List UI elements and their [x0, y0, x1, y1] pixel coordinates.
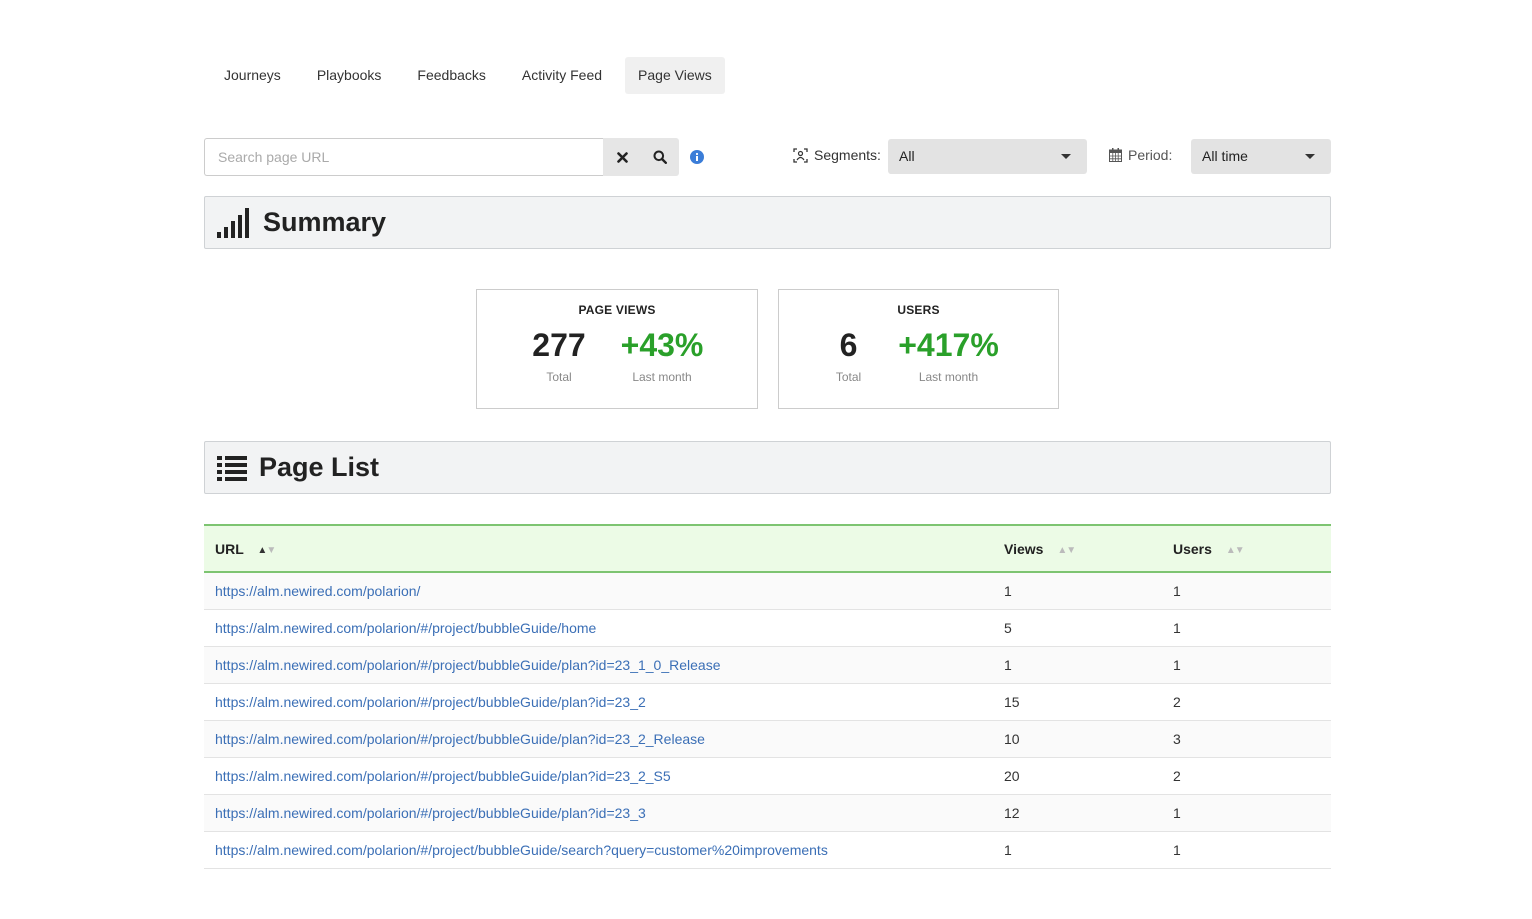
page-views-total: 277	[532, 327, 586, 363]
views-cell: 12	[1004, 794, 1173, 832]
sort-icon: ▲▼	[257, 544, 276, 556]
views-cell: 5	[1004, 609, 1173, 647]
views-header-label: Views	[1004, 540, 1044, 557]
last-month-label: Last month	[918, 370, 979, 384]
table-row: https://alm.newired.com/polarion/#/proje…	[204, 609, 1331, 647]
users-cell: 1	[1173, 794, 1331, 832]
page-url-link[interactable]: https://alm.newired.com/polarion/#/proje…	[215, 620, 596, 636]
views-cell: 10	[1004, 720, 1173, 758]
users-header-label: Users	[1173, 540, 1212, 557]
clear-search-button[interactable]	[603, 138, 641, 176]
views-column-header[interactable]: Views ▲▼	[1004, 525, 1173, 572]
users-cell: 1	[1173, 609, 1331, 647]
card-title: PAGE VIEWS	[578, 303, 656, 317]
summary-title: Summary	[263, 207, 387, 237]
views-cell: 1	[1004, 646, 1173, 684]
table-header-row: URL ▲▼ Views ▲▼ Users ▲▼	[204, 525, 1331, 572]
page-url-link[interactable]: https://alm.newired.com/polarion/#/proje…	[215, 657, 721, 673]
summary-header: Summary	[204, 196, 1331, 249]
users-cell: 1	[1173, 646, 1331, 684]
table-row: https://alm.newired.com/polarion/#/proje…	[204, 720, 1331, 758]
segments-label: Segments:	[793, 147, 881, 163]
card-title: USERS	[897, 303, 940, 317]
chevron-down-icon	[1061, 154, 1071, 159]
url-column-header[interactable]: URL ▲▼	[204, 525, 1004, 572]
period-value: All time	[1202, 148, 1248, 164]
total-label: Total	[835, 370, 862, 384]
users-cell: 2	[1173, 683, 1331, 721]
page-url-link[interactable]: https://alm.newired.com/polarion/	[215, 583, 420, 599]
tab-activity-feed[interactable]: Activity Feed	[509, 57, 615, 94]
tab-feedbacks[interactable]: Feedbacks	[404, 57, 498, 94]
search-bar	[204, 138, 679, 176]
users-card: USERS 6 Total +417% Last month	[778, 289, 1059, 409]
users-column-header[interactable]: Users ▲▼	[1173, 525, 1331, 572]
page-url-link[interactable]: https://alm.newired.com/polarion/#/proje…	[215, 805, 646, 821]
sort-icon: ▲▼	[1225, 544, 1245, 556]
table-row: https://alm.newired.com/polarion/#/proje…	[204, 646, 1331, 684]
page-list-header: Page List	[204, 441, 1331, 494]
segments-label-text: Segments:	[814, 147, 881, 163]
page-url-link[interactable]: https://alm.newired.com/polarion/#/proje…	[215, 694, 646, 710]
list-icon	[217, 455, 247, 481]
url-header-label: URL	[215, 540, 244, 557]
period-select[interactable]: All time	[1191, 139, 1331, 174]
calendar-icon	[1109, 148, 1122, 162]
segments-select[interactable]: All	[888, 139, 1087, 174]
users-cell: 1	[1173, 831, 1331, 869]
search-icon	[653, 150, 667, 164]
users-cell: 3	[1173, 720, 1331, 758]
period-label-text: Period:	[1128, 147, 1173, 163]
page-url-link[interactable]: https://alm.newired.com/polarion/#/proje…	[215, 768, 671, 784]
sort-icon: ▲▼	[1057, 544, 1076, 556]
views-cell: 15	[1004, 683, 1173, 721]
close-icon	[616, 151, 628, 163]
segments-icon	[793, 147, 808, 163]
total-label: Total	[546, 370, 572, 384]
users-cell: 1	[1173, 572, 1331, 610]
page-list-table: URL ▲▼ Views ▲▼ Users ▲▼ https://alm.new…	[204, 524, 1331, 869]
table-row: https://alm.newired.com/polarion/#/proje…	[204, 794, 1331, 832]
views-cell: 1	[1004, 831, 1173, 869]
table-row: https://alm.newired.com/polarion/#/proje…	[204, 683, 1331, 721]
segments-value: All	[899, 148, 915, 164]
users-cell: 2	[1173, 757, 1331, 795]
views-cell: 20	[1004, 757, 1173, 795]
search-input[interactable]	[204, 138, 603, 176]
page-views-card: PAGE VIEWS 277 Total +43% Last month	[476, 289, 758, 409]
tab-journeys[interactable]: Journeys	[211, 57, 294, 94]
table-row: https://alm.newired.com/polarion/#/proje…	[204, 757, 1331, 795]
users-change: +417%	[898, 327, 999, 363]
page-list-title: Page List	[259, 452, 380, 482]
tab-playbooks[interactable]: Playbooks	[304, 57, 395, 94]
signal-bars-icon	[217, 207, 249, 238]
page-url-link[interactable]: https://alm.newired.com/polarion/#/proje…	[215, 731, 705, 747]
nav-tabs: Journeys Playbooks Feedbacks Activity Fe…	[211, 57, 735, 94]
table-row: https://alm.newired.com/polarion/ 1 1	[204, 572, 1331, 610]
period-label: Period:	[1109, 147, 1172, 163]
views-cell: 1	[1004, 572, 1173, 610]
chevron-down-icon	[1305, 154, 1315, 159]
tab-page-views[interactable]: Page Views	[625, 57, 725, 94]
table-row: https://alm.newired.com/polarion/#/proje…	[204, 831, 1331, 869]
users-total: 6	[839, 327, 858, 363]
page-views-change: +43%	[620, 327, 704, 363]
info-icon[interactable]	[690, 150, 704, 164]
search-button[interactable]	[641, 138, 679, 176]
last-month-label: Last month	[632, 370, 692, 384]
page-url-link[interactable]: https://alm.newired.com/polarion/#/proje…	[215, 842, 828, 858]
